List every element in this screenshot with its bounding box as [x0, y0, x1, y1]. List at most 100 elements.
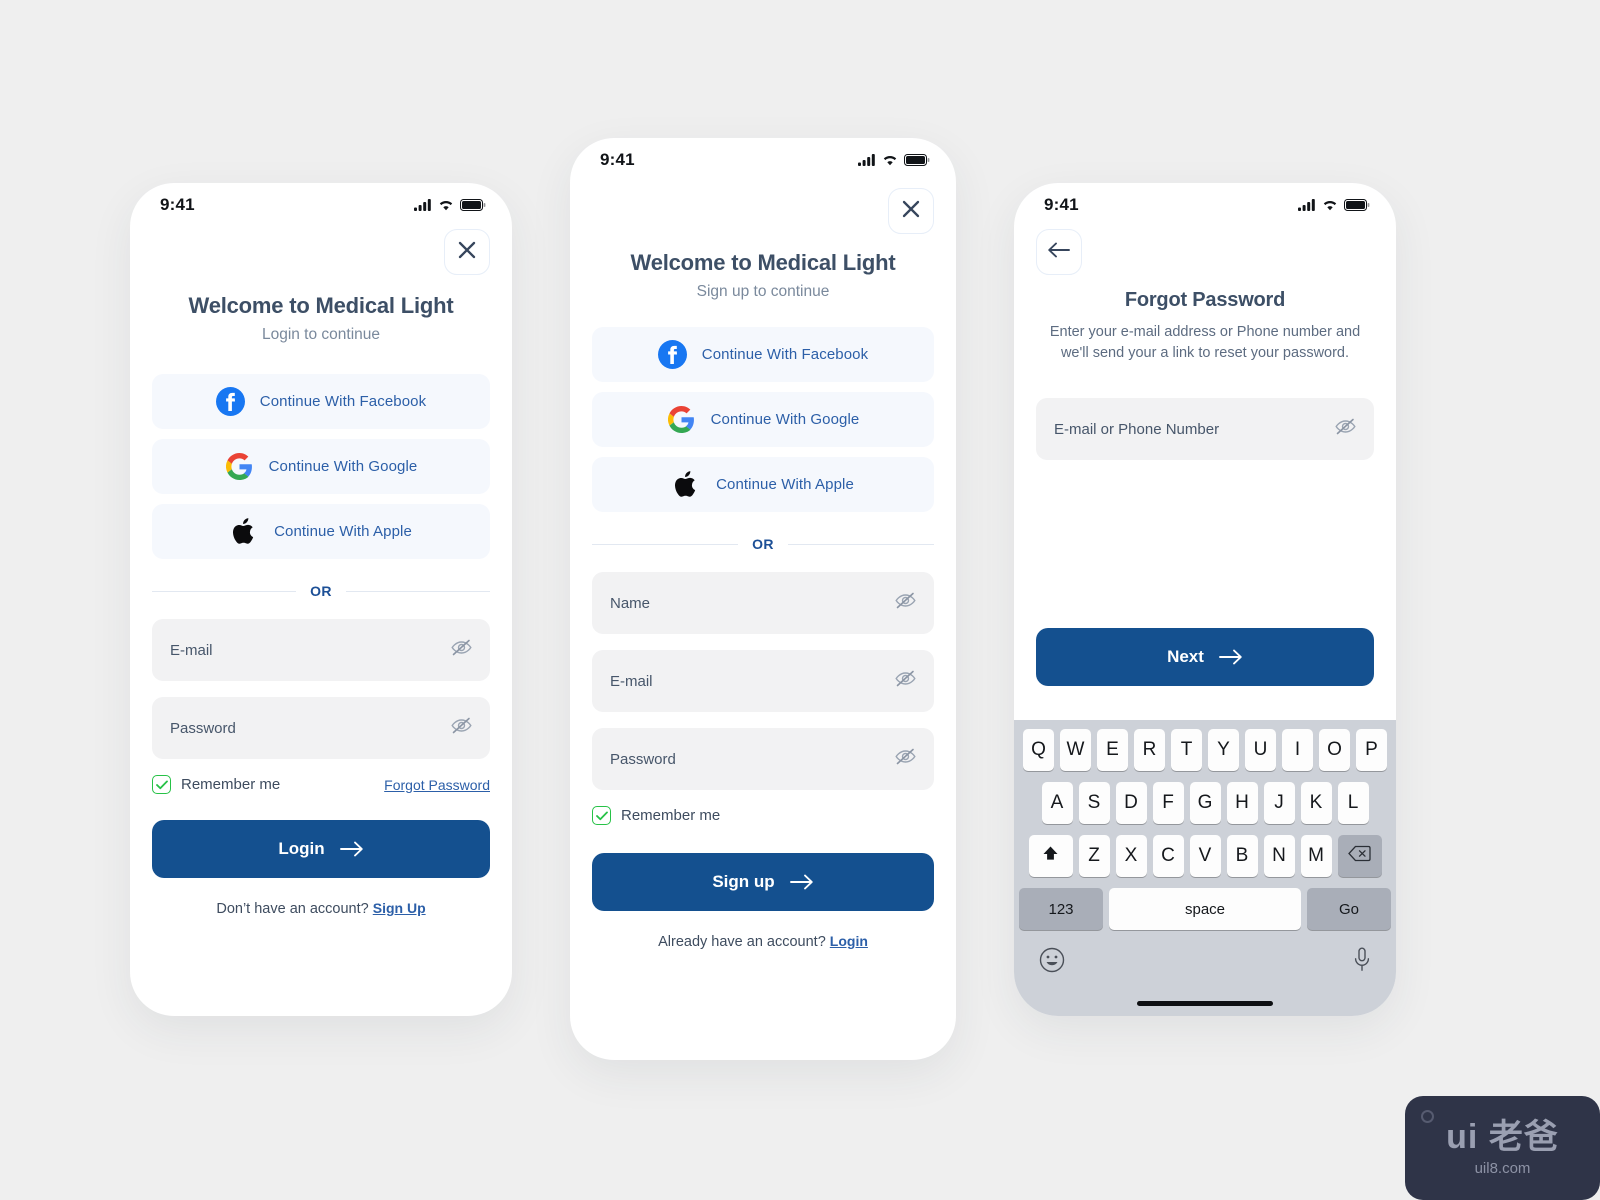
login-remember-row: Remember me Forgot Password	[152, 775, 490, 794]
key-e[interactable]: E	[1097, 729, 1128, 771]
email-field[interactable]: E-mail	[592, 650, 934, 712]
google-icon	[667, 405, 697, 435]
key-i[interactable]: I	[1282, 729, 1313, 771]
key-u[interactable]: U	[1245, 729, 1276, 771]
remember-me-checkbox[interactable]: Remember me	[592, 806, 720, 825]
backspace-key[interactable]	[1337, 835, 1382, 877]
key-b[interactable]: B	[1226, 835, 1258, 877]
numbers-key[interactable]: 123	[1019, 888, 1103, 930]
forgot-content: Forgot Password Enter your e-mail addres…	[1014, 229, 1396, 687]
phone-signup-screen: 9:41 Welcome to Medical Light Sign up to…	[570, 138, 956, 1060]
arrow-right-icon	[339, 841, 364, 857]
signup-social-list: Continue With Facebook Continue With Goo…	[592, 327, 934, 512]
key-d[interactable]: D	[1115, 782, 1147, 824]
key-h[interactable]: H	[1226, 782, 1258, 824]
space-key[interactable]: space	[1109, 888, 1301, 930]
continue-with-facebook-label: Continue With Facebook	[259, 393, 427, 410]
eye-off-icon[interactable]	[895, 670, 916, 692]
shift-key[interactable]	[1028, 835, 1073, 877]
email-or-phone-placeholder: E-mail or Phone Number	[1054, 420, 1220, 438]
key-w[interactable]: W	[1060, 729, 1091, 771]
key-n[interactable]: N	[1263, 835, 1295, 877]
login-link[interactable]: Login	[830, 933, 868, 949]
eye-off-icon[interactable]	[451, 717, 472, 739]
key-v[interactable]: V	[1189, 835, 1221, 877]
password-field[interactable]: Password	[592, 728, 934, 790]
key-a[interactable]: A	[1041, 782, 1073, 824]
key-r[interactable]: R	[1134, 729, 1165, 771]
key-z[interactable]: Z	[1078, 835, 1110, 877]
return-key[interactable]: Go	[1307, 888, 1391, 930]
key-k[interactable]: K	[1300, 782, 1332, 824]
login-footer: Don’t have an account? Sign Up	[152, 900, 490, 917]
key-c[interactable]: C	[1152, 835, 1184, 877]
key-o[interactable]: O	[1319, 729, 1350, 771]
status-bar-icons	[1298, 199, 1370, 211]
forgot-next-button[interactable]: Next	[1036, 628, 1374, 687]
key-t[interactable]: T	[1171, 729, 1202, 771]
eye-off-icon[interactable]	[895, 592, 916, 614]
keyboard-row-1: Q W E R T Y U I O P	[1017, 729, 1393, 771]
continue-with-facebook-button[interactable]: Continue With Facebook	[152, 374, 490, 429]
divider-line-left	[152, 590, 297, 592]
signup-submit-button[interactable]: Sign up	[592, 853, 934, 911]
continue-with-apple-label: Continue With Apple	[274, 523, 412, 540]
watermark-main-text: ui 老爸	[1446, 1117, 1559, 1156]
keyboard-row-3: Z X C V B N M	[1017, 835, 1393, 877]
close-button[interactable]	[444, 229, 490, 275]
wifi-icon	[1322, 199, 1338, 211]
checkbox-checked-icon	[152, 775, 171, 794]
signup-or-divider: OR	[592, 536, 934, 552]
eye-off-icon[interactable]	[1335, 418, 1356, 440]
signup-footer-text: Already have an account?	[658, 934, 826, 950]
key-m[interactable]: M	[1300, 835, 1332, 877]
key-s[interactable]: S	[1078, 782, 1110, 824]
name-field[interactable]: Name	[592, 572, 934, 634]
remember-me-checkbox[interactable]: Remember me	[152, 775, 280, 794]
signup-submit-label: Sign up	[712, 872, 775, 891]
key-l[interactable]: L	[1337, 782, 1369, 824]
microphone-icon[interactable]	[1353, 947, 1371, 978]
status-bar: 9:41	[130, 183, 512, 227]
key-j[interactable]: J	[1263, 782, 1295, 824]
signup-remember-row: Remember me	[592, 806, 934, 825]
forgot-description: Enter your e-mail address or Phone numbe…	[1049, 324, 1361, 362]
password-field[interactable]: Password	[152, 697, 490, 759]
continue-with-apple-button[interactable]: Continue With Apple	[592, 457, 934, 512]
checkbox-checked-icon	[592, 806, 611, 825]
key-q[interactable]: Q	[1023, 729, 1054, 771]
email-field-placeholder: E-mail	[610, 672, 653, 690]
cellular-signal-icon	[414, 199, 432, 211]
continue-with-facebook-button[interactable]: Continue With Facebook	[592, 327, 934, 382]
key-p[interactable]: P	[1356, 729, 1387, 771]
email-field[interactable]: E-mail	[152, 619, 490, 681]
key-f[interactable]: F	[1152, 782, 1184, 824]
login-footer-text: Don’t have an account?	[216, 901, 369, 917]
phone-forgot-password-screen: 9:41 Forgot Password Enter your e-mail a…	[1014, 183, 1396, 1016]
login-submit-label: Login	[278, 839, 325, 858]
signup-subtitle: Sign up to continue	[696, 283, 830, 300]
key-y[interactable]: Y	[1208, 729, 1239, 771]
divider-line-left	[592, 543, 739, 545]
status-bar-icons	[414, 199, 486, 211]
continue-with-google-button[interactable]: Continue With Google	[592, 392, 934, 447]
status-bar-time: 9:41	[160, 195, 195, 214]
close-button[interactable]	[888, 188, 934, 234]
cellular-signal-icon	[858, 154, 876, 166]
login-social-list: Continue With Facebook Continue With Goo…	[152, 374, 490, 559]
forgot-password-link[interactable]: Forgot Password	[384, 777, 490, 793]
continue-with-apple-button[interactable]: Continue With Apple	[152, 504, 490, 559]
continue-with-google-button[interactable]: Continue With Google	[152, 439, 490, 494]
back-button[interactable]	[1036, 229, 1082, 275]
eye-off-icon[interactable]	[895, 748, 916, 770]
password-field-placeholder: Password	[170, 719, 236, 737]
key-x[interactable]: X	[1115, 835, 1147, 877]
login-submit-button[interactable]: Login	[152, 820, 490, 878]
key-g[interactable]: G	[1189, 782, 1221, 824]
email-or-phone-field[interactable]: E-mail or Phone Number	[1036, 398, 1374, 461]
eye-off-icon[interactable]	[451, 639, 472, 661]
sign-up-link[interactable]: Sign Up	[373, 900, 426, 916]
divider-label: OR	[752, 536, 774, 552]
wifi-icon	[438, 199, 454, 211]
emoji-icon[interactable]	[1039, 947, 1065, 978]
